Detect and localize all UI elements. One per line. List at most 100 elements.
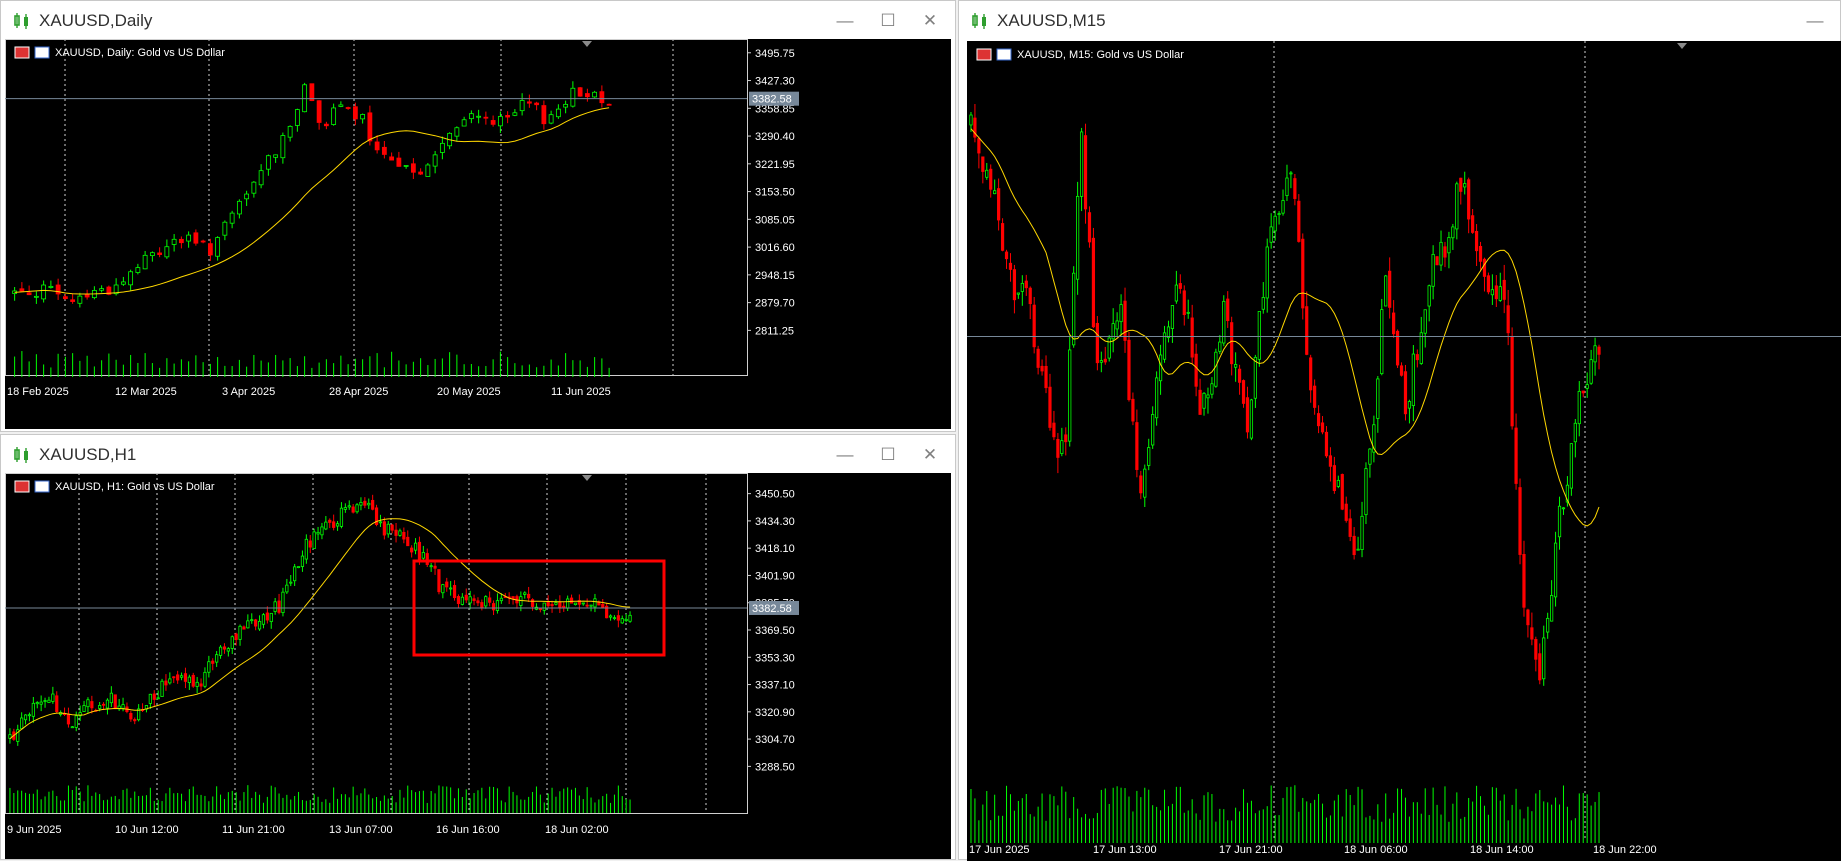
candle-body xyxy=(199,683,203,687)
h1-titlebar[interactable]: XAUUSD,H1 — ☐ ✕ xyxy=(1,435,955,473)
candle-body xyxy=(164,246,170,258)
candle-body xyxy=(331,107,337,125)
candle-body xyxy=(429,565,433,568)
volume-group xyxy=(9,785,631,813)
candle-body xyxy=(1028,287,1032,305)
close-button[interactable]: ✕ xyxy=(916,9,944,33)
candle-body xyxy=(261,614,266,625)
x-tick-label: 10 Jun 12:00 xyxy=(115,824,179,836)
symbol-icon xyxy=(34,480,50,493)
y-tick-label: 3418.10 xyxy=(755,543,795,555)
candle-body xyxy=(570,87,576,107)
candle-body xyxy=(612,617,617,620)
candlestick-chart-icon xyxy=(14,447,28,463)
candle-body xyxy=(300,555,305,567)
x-tick-label: 18 Jun 14:00 xyxy=(1470,844,1534,856)
maximize-button[interactable]: ☐ xyxy=(874,443,902,467)
candle-body xyxy=(152,693,156,700)
candle-body xyxy=(386,523,390,535)
candle-body xyxy=(483,116,489,119)
candle-body xyxy=(1320,422,1325,433)
candle-body xyxy=(1182,290,1186,316)
candle-body xyxy=(441,584,445,594)
candle-body xyxy=(452,585,457,599)
candle-body xyxy=(277,600,281,613)
maximize-button[interactable]: ☐ xyxy=(874,9,902,33)
minimize-button[interactable]: — xyxy=(831,9,859,33)
h1-chart-area[interactable]: 3450.503434.303418.103401.903385.703369.… xyxy=(5,473,951,859)
daily-titlebar[interactable]: XAUUSD,Daily — ☐ ✕ xyxy=(1,1,955,39)
candle-body xyxy=(1502,279,1506,300)
symbol-icon xyxy=(34,46,50,59)
candle-body xyxy=(569,597,574,604)
candle-body xyxy=(969,114,973,126)
candle-body xyxy=(84,293,90,298)
h1-chart[interactable]: 3450.503434.303418.103401.903385.703369.… xyxy=(5,473,951,859)
candle-body xyxy=(1076,195,1080,280)
y-tick-label: 3337.10 xyxy=(755,680,795,692)
m15-window[interactable]: XAUUSD,M15 — 17 Jun 2025 17 Jun 13:00 17 J… xyxy=(958,0,1841,861)
candle-body xyxy=(51,693,55,702)
candle-body xyxy=(1210,383,1214,395)
x-tick-label: 11 Jun 2025 xyxy=(551,386,611,398)
candle-body xyxy=(113,694,117,710)
candle-body xyxy=(1273,215,1277,232)
candle-body xyxy=(1459,177,1463,192)
minimize-button[interactable]: — xyxy=(831,443,859,467)
candle-body xyxy=(222,221,228,236)
candle-body xyxy=(1336,479,1340,487)
candle-body xyxy=(1593,345,1597,363)
candle-body xyxy=(1557,505,1562,538)
candle-body xyxy=(1463,183,1467,188)
daily-chart-area[interactable]: 3495.75 3427.30 3358.85 3290.40 3221.95 3153.… xyxy=(5,39,951,429)
candle-body xyxy=(183,673,188,682)
m15-chart[interactable]: 17 Jun 2025 17 Jun 13:00 17 Jun 21:00 18 Ju… xyxy=(967,41,1841,861)
x-tick-label: 9 Jun 2025 xyxy=(7,824,61,836)
minimize-button[interactable]: — xyxy=(1801,9,1829,33)
candle-body xyxy=(989,168,993,190)
candle-body xyxy=(1012,269,1017,301)
candle-body xyxy=(293,566,297,582)
candle-body xyxy=(1226,298,1230,322)
candle-body xyxy=(394,529,398,536)
candle-body xyxy=(1313,385,1317,408)
candle-body xyxy=(287,125,293,138)
candle-body xyxy=(1411,353,1415,406)
candle-body xyxy=(62,296,68,300)
candle-body xyxy=(1538,653,1542,681)
candle-body xyxy=(993,190,997,195)
close-button[interactable]: ✕ xyxy=(916,443,944,467)
candle-body xyxy=(1522,554,1526,608)
y-tick-label: 3434.30 xyxy=(755,516,795,528)
m15-titlebar[interactable]: XAUUSD,M15 — xyxy=(959,1,1840,39)
y-tick-label: 2948.15 xyxy=(755,270,795,282)
candle-body xyxy=(620,618,624,624)
h1-window-title: XAUUSD,H1 xyxy=(39,445,137,464)
candle-body xyxy=(523,592,527,595)
h1-window[interactable]: XAUUSD,H1 — ☐ ✕ 3450.50 3434.30 3418.10 340… xyxy=(0,434,956,860)
daily-chart[interactable]: 3495.753427.303358.853290.403221.953153.… xyxy=(5,39,951,429)
candle-body xyxy=(977,138,981,154)
flag-icon xyxy=(976,48,992,61)
candle-body xyxy=(1419,332,1423,364)
candle-body xyxy=(541,105,547,125)
candle-body xyxy=(550,604,554,607)
candle-body xyxy=(1131,398,1135,422)
candle-body xyxy=(1056,438,1060,458)
candle-body xyxy=(519,596,523,606)
candle-body xyxy=(363,500,367,506)
candle-body xyxy=(343,507,347,510)
candle-body xyxy=(495,600,500,611)
candle-body xyxy=(335,523,340,527)
candle-body xyxy=(250,619,254,622)
candle-body xyxy=(1277,213,1281,216)
candle-body xyxy=(1388,270,1392,308)
candle-body xyxy=(519,100,525,112)
daily-window[interactable]: XAUUSD,Daily — ☐ ✕ 3495.75 3427.30 3358.85… xyxy=(0,0,956,432)
candle-body xyxy=(456,596,461,604)
candle-body xyxy=(593,598,597,608)
candle-body xyxy=(254,619,258,627)
candle-body xyxy=(1068,349,1072,442)
m15-chart-area[interactable]: 17 Jun 2025 17 Jun 13:00 17 Jun 21:00 18 Ju… xyxy=(967,41,1841,861)
candle-body xyxy=(1305,306,1309,355)
